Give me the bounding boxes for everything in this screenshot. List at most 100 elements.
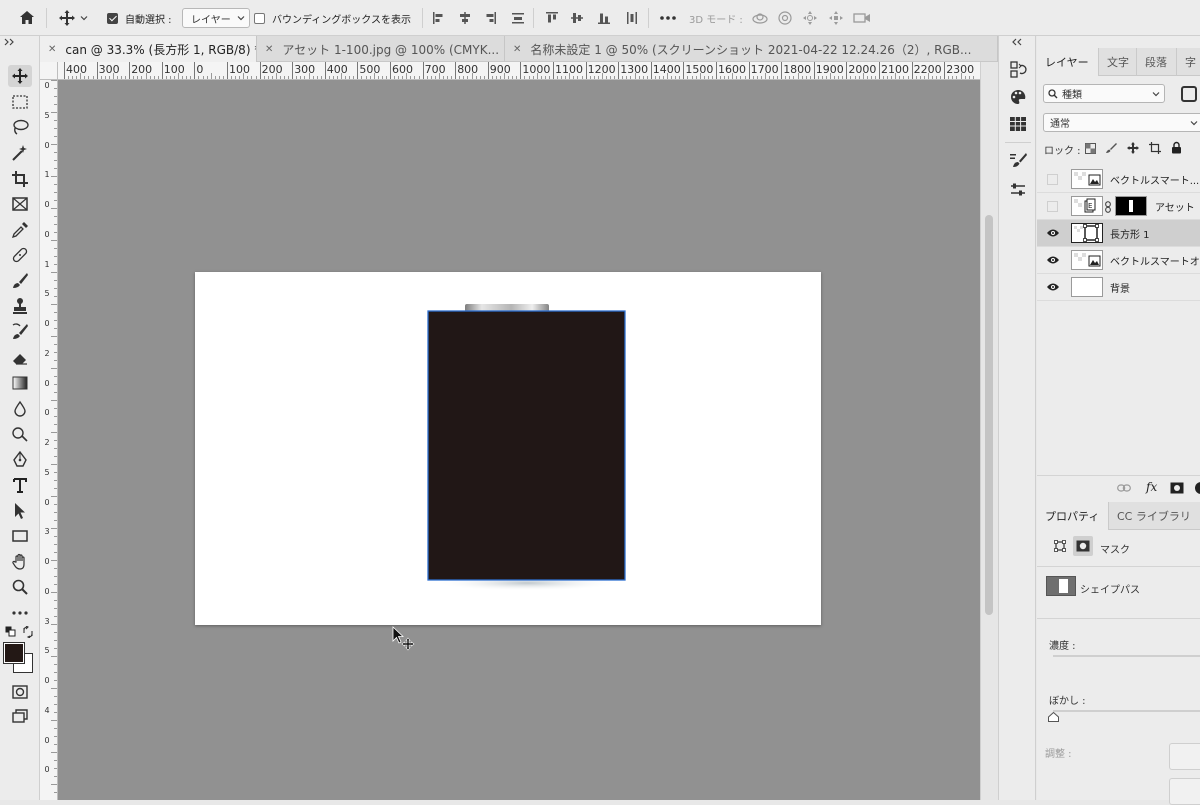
select-and-mask-button[interactable] xyxy=(1169,743,1200,770)
3d-slide-button[interactable] xyxy=(828,0,844,36)
layer-row[interactable]: ベクトルスマートオ xyxy=(1037,247,1200,274)
layer-row-selected[interactable]: 長方形 1 xyxy=(1037,220,1200,247)
scrollbar-thumb[interactable] xyxy=(985,215,993,615)
quick-mask-button[interactable] xyxy=(8,681,32,703)
layer-mask-thumbnail[interactable] xyxy=(1115,196,1147,216)
close-icon[interactable]: ✕ xyxy=(48,44,56,55)
layer-row[interactable]: 背景 xyxy=(1037,274,1200,301)
link-icon[interactable] xyxy=(1105,201,1111,213)
fx-icon[interactable]: fx xyxy=(1146,480,1157,494)
foreground-color-swatch[interactable] xyxy=(3,642,25,664)
align-right-button[interactable] xyxy=(483,0,497,36)
tab-asset[interactable]: ✕ アセット 1-100.jpg @ 100% (CMYK... xyxy=(257,36,505,62)
visibility-toggle[interactable] xyxy=(1047,200,1058,212)
eyedropper-tool[interactable] xyxy=(8,219,32,241)
lock-all-icon[interactable] xyxy=(1171,141,1182,154)
link-layers-icon[interactable] xyxy=(1117,483,1131,493)
eye-icon[interactable] xyxy=(1046,226,1060,240)
vector-mask-button[interactable] xyxy=(1073,536,1093,556)
lock-position-icon[interactable] xyxy=(1127,142,1139,154)
rectangle-tool[interactable] xyxy=(8,525,32,547)
can-body-rectangle[interactable] xyxy=(428,311,625,580)
layer-filter-dropdown[interactable]: 種類 xyxy=(1043,84,1165,103)
ruler-origin[interactable] xyxy=(40,62,58,80)
close-icon[interactable]: ✕ xyxy=(513,44,521,55)
magic-wand-tool[interactable] xyxy=(8,142,32,164)
3d-camera-button[interactable] xyxy=(853,0,871,36)
dodge-tool[interactable] xyxy=(8,423,32,445)
feather-slider[interactable] xyxy=(1053,710,1200,712)
align-left-button[interactable] xyxy=(432,0,446,36)
home-icon[interactable] xyxy=(18,0,36,36)
distribute-vertical-button[interactable] xyxy=(511,0,525,36)
filter-toggle-icon[interactable] xyxy=(1181,86,1197,102)
gradient-tool[interactable] xyxy=(8,372,32,394)
auto-select-dropdown[interactable]: レイヤー xyxy=(182,8,250,28)
crop-tool[interactable] xyxy=(8,168,32,190)
pen-tool[interactable] xyxy=(8,449,32,471)
frame-tool[interactable] xyxy=(8,193,32,215)
density-slider[interactable] xyxy=(1053,655,1200,657)
align-top-button[interactable] xyxy=(545,0,559,36)
vertical-ruler[interactable]: 0 5 0 1 0 0 1 5 0 2 0 0 2 5 0 3 0 0 3 5 0 4 0 0 xyxy=(40,80,58,800)
swatches-panel-button[interactable] xyxy=(1008,114,1028,134)
more-options-button[interactable] xyxy=(659,0,677,36)
tab-character[interactable]: 文字 xyxy=(1099,48,1137,76)
align-horizontal-center-button[interactable] xyxy=(458,0,472,36)
layer-row[interactable]: E アセット xyxy=(1037,193,1200,220)
document-canvas[interactable] xyxy=(195,272,821,625)
adjustment-layer-icon[interactable] xyxy=(1193,482,1200,494)
move-tool[interactable] xyxy=(8,65,32,87)
history-brush-tool[interactable] xyxy=(8,321,32,343)
default-colors-icon[interactable] xyxy=(5,626,17,638)
3d-pan-button[interactable] xyxy=(802,0,818,36)
brush-tool[interactable] xyxy=(8,270,32,292)
brush-settings-panel-button[interactable] xyxy=(1008,151,1028,171)
tab-properties[interactable]: プロパティ xyxy=(1037,502,1109,530)
hand-tool[interactable] xyxy=(8,551,32,573)
move-tool-preset-picker[interactable] xyxy=(58,0,88,36)
lasso-tool[interactable] xyxy=(8,116,32,138)
eraser-tool[interactable] xyxy=(8,347,32,369)
edit-toolbar-button[interactable] xyxy=(8,602,32,624)
type-tool[interactable] xyxy=(8,474,32,496)
pixel-mask-icon[interactable] xyxy=(1054,540,1066,552)
healing-brush-tool[interactable] xyxy=(8,244,32,266)
marquee-tool[interactable] xyxy=(8,91,32,113)
collapse-toolbar-icon[interactable] xyxy=(4,38,16,46)
tab-untitled[interactable]: ✕ 名称未設定 1 @ 50% (スクリーンショット 2021-04-22 12… xyxy=(505,36,998,62)
history-panel-button[interactable] xyxy=(1008,60,1028,80)
lock-pixels-icon[interactable] xyxy=(1105,142,1117,154)
3d-roll-button[interactable] xyxy=(777,0,793,36)
align-bottom-button[interactable] xyxy=(597,0,611,36)
lock-transparent-icon[interactable] xyxy=(1085,143,1096,154)
tab-layers[interactable]: レイヤー xyxy=(1037,48,1099,76)
close-icon[interactable]: ✕ xyxy=(265,44,273,55)
feather-slider-handle[interactable] xyxy=(1048,712,1059,722)
blend-mode-dropdown[interactable]: 通常 xyxy=(1043,113,1200,132)
swap-colors-icon[interactable] xyxy=(22,626,34,638)
color-panel-button[interactable] xyxy=(1008,87,1028,107)
zoom-tool[interactable] xyxy=(8,576,32,598)
tab-cc-libraries[interactable]: CC ライブラリ xyxy=(1109,502,1200,530)
tab-paragraph[interactable]: 段落 xyxy=(1137,48,1177,76)
eye-icon[interactable] xyxy=(1046,280,1060,294)
3d-orbit-button[interactable] xyxy=(752,0,768,36)
path-selection-tool[interactable] xyxy=(8,500,32,522)
clone-stamp-tool[interactable] xyxy=(8,295,32,317)
blur-tool[interactable] xyxy=(8,398,32,420)
bounding-box-checkbox[interactable] xyxy=(254,0,265,36)
lock-artboard-icon[interactable] xyxy=(1149,142,1161,154)
align-vertical-center-button[interactable] xyxy=(570,0,584,36)
screen-mode-button[interactable] xyxy=(8,706,32,728)
visibility-toggle[interactable] xyxy=(1047,173,1058,185)
color-range-button[interactable] xyxy=(1169,778,1200,805)
distribute-horizontal-button[interactable] xyxy=(625,0,639,36)
tab-can[interactable]: ✕ can @ 33.3% (長方形 1, RGB/8) * xyxy=(40,36,257,62)
auto-select-checkbox[interactable] xyxy=(107,0,118,36)
tab-glyphs[interactable]: 字 xyxy=(1177,48,1200,76)
add-mask-icon[interactable] xyxy=(1170,482,1184,494)
layer-row[interactable]: ベクトルスマート... xyxy=(1037,166,1200,193)
horizontal-ruler[interactable]: 400 300 200 100 0 100 200 300 400 500 600 700 800 900… xyxy=(58,62,980,80)
adjustments-panel-button[interactable] xyxy=(1008,180,1028,200)
